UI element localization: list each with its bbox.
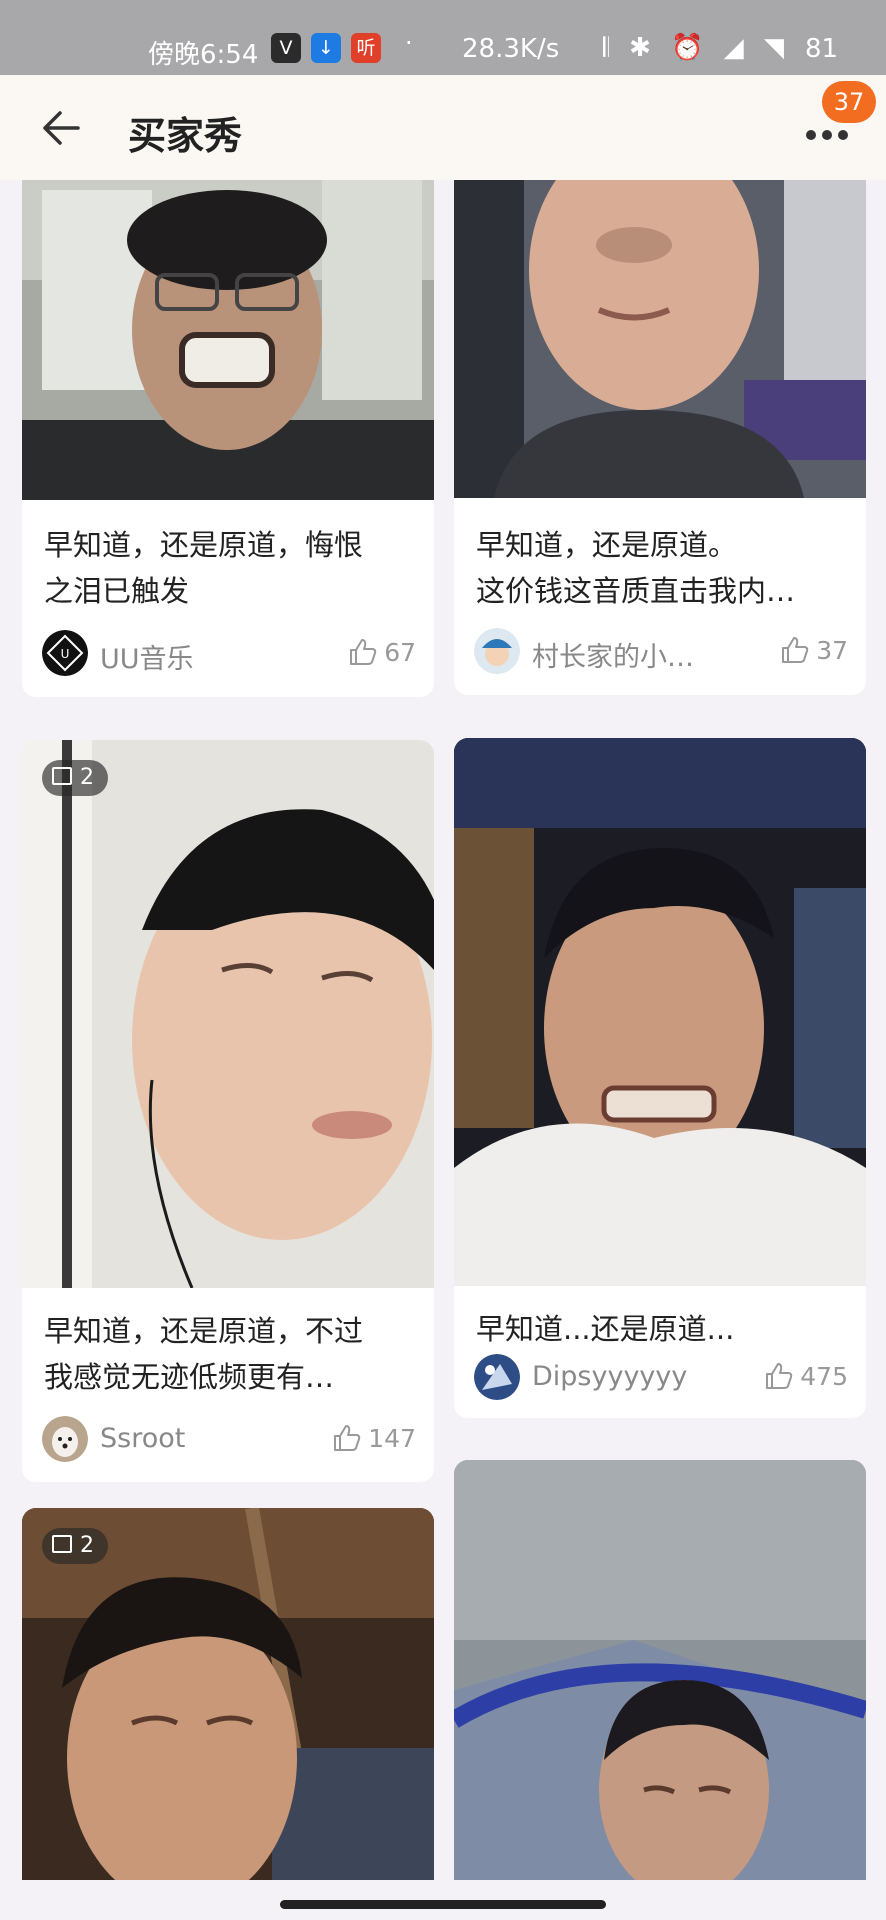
post-photo[interactable] xyxy=(22,180,434,500)
username[interactable]: Dipsyyyyyy xyxy=(532,1361,687,1392)
image-icon xyxy=(52,767,72,785)
image-icon xyxy=(52,1535,72,1553)
like-count: 67 xyxy=(384,638,416,667)
post-photo[interactable]: 2 xyxy=(22,1508,434,1880)
listen-app-icon: 听 xyxy=(351,33,381,63)
page-title: 买家秀 xyxy=(128,114,243,158)
buyer-show-feed[interactable]: 早知道，还是原道，悔恨 之泪已触发 U UU音乐 67 早知道，还是原道。 这价… xyxy=(0,180,886,1880)
status-bar: 傍晚6:54 V ↓ 听 · 28.3K/s 𝄃 ✱ ⏰ ◢ ◥ 81 xyxy=(0,0,886,75)
post-caption[interactable]: 早知道，还是原道。 这价钱这音质直击我内… xyxy=(476,522,848,614)
post-meta: Ssroot 147 xyxy=(42,1414,416,1464)
v-app-icon: V xyxy=(271,33,301,63)
photo-image xyxy=(454,738,866,1286)
app-header: 买家秀 37 xyxy=(0,75,886,180)
download-icon: ↓ xyxy=(311,33,341,63)
back-button[interactable] xyxy=(38,105,88,151)
like-button[interactable]: 475 xyxy=(764,1361,848,1391)
image-count-badge: 2 xyxy=(42,1528,108,1564)
post-card[interactable]: 2 早知道，还是原道，不过 我感觉无迹低频更有… Ssroot 147 xyxy=(22,740,434,1482)
back-arrow-icon xyxy=(43,111,80,145)
notification-badge[interactable]: 37 xyxy=(822,81,876,123)
avatar[interactable] xyxy=(474,1354,520,1400)
photo-image xyxy=(454,1460,866,1880)
avatar[interactable] xyxy=(474,628,520,674)
status-separator: · xyxy=(405,29,413,57)
username[interactable]: UU音乐 xyxy=(100,637,194,676)
post-caption[interactable]: 早知道，还是原道，悔恨 之泪已触发 xyxy=(44,522,416,614)
post-caption[interactable]: 早知道，还是原道，不过 我感觉无迹低频更有… xyxy=(44,1308,416,1400)
avatar[interactable] xyxy=(42,1416,88,1462)
more-dot-icon xyxy=(838,130,848,140)
post-caption[interactable]: 早知道...还是原道... xyxy=(476,1306,848,1352)
like-count: 147 xyxy=(368,1424,416,1453)
thumbs-up-icon xyxy=(782,637,809,663)
like-button[interactable]: 67 xyxy=(348,637,416,667)
home-indicator[interactable] xyxy=(280,1900,606,1909)
post-photo[interactable] xyxy=(454,738,866,1286)
like-button[interactable]: 37 xyxy=(780,635,848,665)
more-dot-icon xyxy=(806,130,816,140)
post-meta: Dipsyyyyyy 475 xyxy=(474,1352,848,1402)
photo-image xyxy=(22,180,434,500)
post-card[interactable]: 2 xyxy=(22,1508,434,1880)
like-count: 37 xyxy=(816,636,848,665)
post-photo[interactable]: 2 xyxy=(22,740,434,1288)
post-meta: 村长家的小… 37 xyxy=(474,626,848,676)
system-icons: 𝄃 ✱ ⏰ ◢ ◥ xyxy=(603,33,791,63)
thumbs-up-icon xyxy=(334,1425,361,1451)
post-photo[interactable] xyxy=(454,180,866,498)
more-dot-icon xyxy=(822,130,832,140)
username[interactable]: 村长家的小… xyxy=(532,635,694,674)
avatar[interactable]: U xyxy=(42,630,88,676)
post-meta: U UU音乐 67 xyxy=(42,628,416,678)
like-button[interactable]: 147 xyxy=(332,1423,416,1453)
post-card[interactable]: 早知道...还是原道... Dipsyyyyyy 475 xyxy=(454,738,866,1418)
photo-image xyxy=(454,180,866,498)
thumbs-up-icon xyxy=(766,1363,793,1389)
post-card[interactable] xyxy=(454,1460,866,1880)
like-count: 475 xyxy=(800,1362,848,1391)
username[interactable]: Ssroot xyxy=(100,1423,185,1454)
thumbs-up-icon xyxy=(350,639,377,665)
post-card[interactable]: 早知道，还是原道，悔恨 之泪已触发 U UU音乐 67 xyxy=(22,180,434,697)
status-time: 傍晚6:54 xyxy=(148,40,259,70)
post-photo[interactable] xyxy=(454,1460,866,1880)
photo-image xyxy=(22,740,434,1288)
battery-level: 81 xyxy=(805,34,839,64)
svg-text:U: U xyxy=(61,647,70,661)
image-count-badge: 2 xyxy=(42,760,108,796)
network-rate: 28.3K/s xyxy=(462,34,560,64)
post-card[interactable]: 早知道，还是原道。 这价钱这音质直击我内… 村长家的小… 37 xyxy=(454,180,866,695)
